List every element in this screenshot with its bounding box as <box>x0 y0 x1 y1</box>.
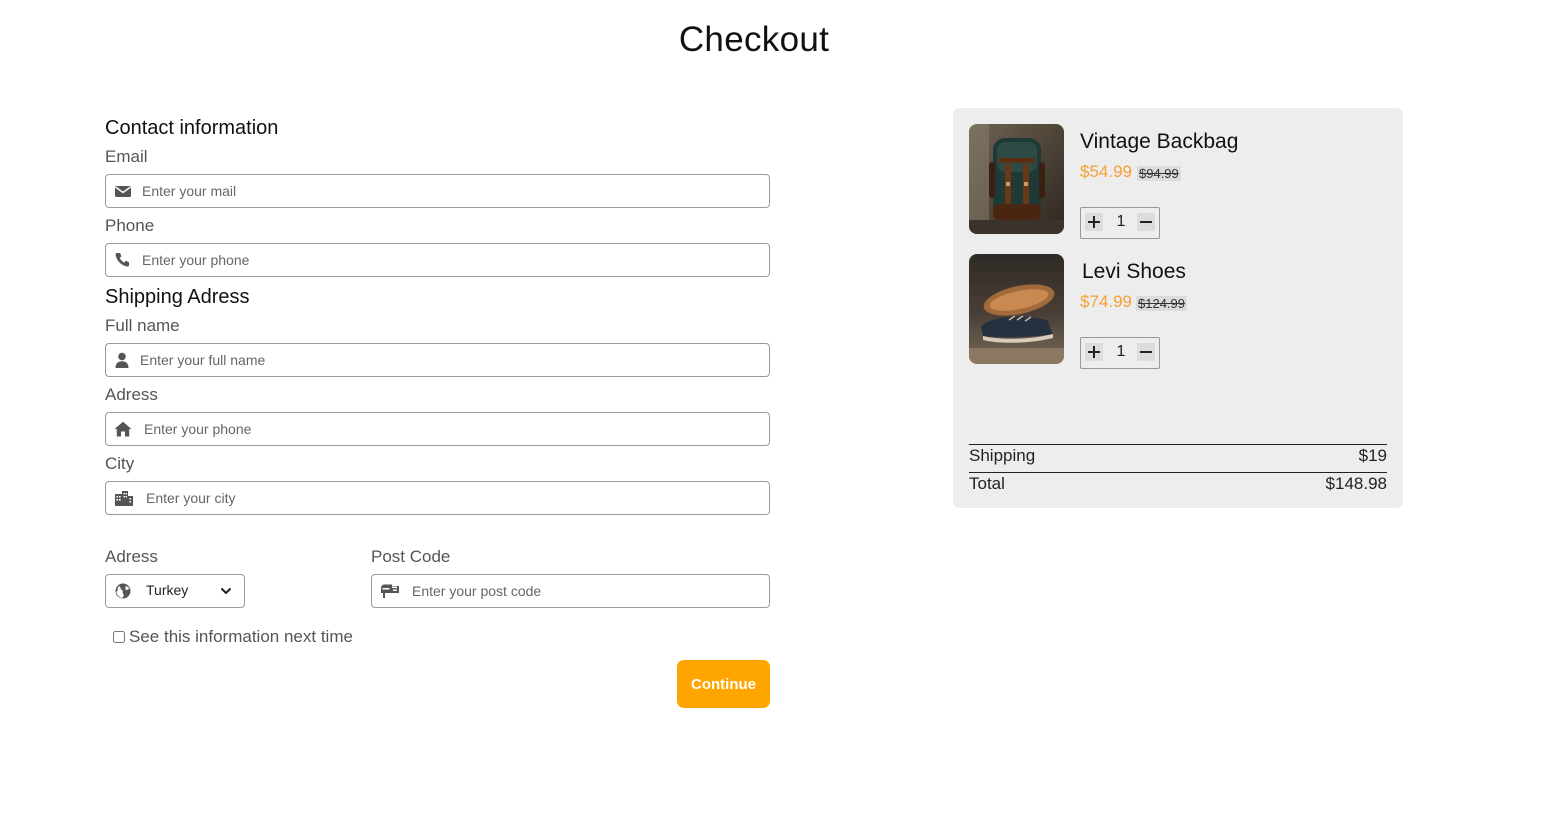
country-label: Adress <box>105 547 158 566</box>
remember-checkbox[interactable] <box>113 631 125 643</box>
email-input[interactable] <box>142 175 742 207</box>
user-icon <box>115 352 129 368</box>
postcode-label: Post Code <box>371 547 451 566</box>
address-label: Adress <box>105 385 158 404</box>
address-input[interactable] <box>144 413 744 445</box>
product-name: Levi Shoes <box>1082 260 1186 283</box>
quantity-increase-button[interactable] <box>1085 343 1103 361</box>
shipping-summary-row: Shipping $19 <box>969 444 1387 471</box>
quantity-value: 1 <box>1116 213 1126 230</box>
country-select[interactable]: Turkey <box>105 574 245 608</box>
cart-item: Levi Shoes $74.99 $124.99 1 <box>969 254 1389 369</box>
cart-item: Vintage Backbag $54.99 $94.99 1 <box>969 124 1389 239</box>
city-input[interactable] <box>146 482 746 514</box>
quantity-decrease-button[interactable] <box>1137 213 1155 231</box>
city-icon <box>115 491 133 506</box>
quantity-stepper: 1 <box>1080 337 1160 369</box>
city-field-wrapper <box>105 481 770 515</box>
shipping-summary-value: $19 <box>1358 446 1387 465</box>
plus-icon <box>1088 346 1100 358</box>
product-name: Vintage Backbag <box>1080 130 1239 153</box>
minus-icon <box>1140 351 1152 353</box>
minus-icon <box>1140 221 1152 223</box>
product-price: $74.99 <box>1080 292 1132 311</box>
email-label: Email <box>105 147 148 166</box>
home-icon <box>114 421 132 437</box>
quantity-increase-button[interactable] <box>1085 213 1103 231</box>
plus-icon <box>1088 216 1100 228</box>
product-price: $54.99 <box>1080 162 1132 181</box>
phone-icon <box>115 253 129 267</box>
quantity-stepper: 1 <box>1080 207 1160 239</box>
chevron-down-icon <box>221 588 231 594</box>
shipping-summary-label: Shipping <box>969 446 1036 465</box>
product-image-backpack[interactable] <box>969 124 1064 234</box>
envelope-icon <box>115 186 131 197</box>
globe-icon <box>115 583 131 599</box>
city-label: City <box>105 454 135 473</box>
remember-checkbox-row[interactable]: See this information next time <box>113 627 353 647</box>
quantity-value: 1 <box>1116 343 1126 360</box>
total-summary-label: Total <box>969 474 1005 493</box>
phone-field-wrapper <box>105 243 770 277</box>
email-field-wrapper <box>105 174 770 208</box>
fullname-field-wrapper <box>105 343 770 377</box>
cart-panel: Vintage Backbag $54.99 $94.99 1 Levi Sho… <box>953 108 1403 508</box>
postcode-input[interactable] <box>412 575 752 607</box>
country-select-value: Turkey <box>146 582 189 598</box>
product-old-price: $124.99 <box>1136 296 1187 311</box>
total-summary-value: $148.98 <box>1325 474 1387 493</box>
fullname-label: Full name <box>105 316 180 335</box>
contact-heading: Contact information <box>105 117 279 139</box>
remember-label: See this information next time <box>129 627 353 646</box>
mailbox-icon <box>381 584 399 598</box>
continue-button[interactable]: Continue <box>677 660 770 708</box>
address-field-wrapper <box>105 412 770 446</box>
quantity-decrease-button[interactable] <box>1137 343 1155 361</box>
shipping-heading: Shipping Adress <box>105 286 250 308</box>
product-old-price: $94.99 <box>1137 166 1181 181</box>
product-image-shoes[interactable] <box>969 254 1064 364</box>
phone-input[interactable] <box>142 244 742 276</box>
total-summary-row: Total $148.98 <box>969 472 1387 499</box>
postcode-field-wrapper <box>371 574 770 608</box>
fullname-input[interactable] <box>140 344 740 376</box>
page-title: Checkout <box>678 20 830 59</box>
phone-label: Phone <box>105 216 155 235</box>
